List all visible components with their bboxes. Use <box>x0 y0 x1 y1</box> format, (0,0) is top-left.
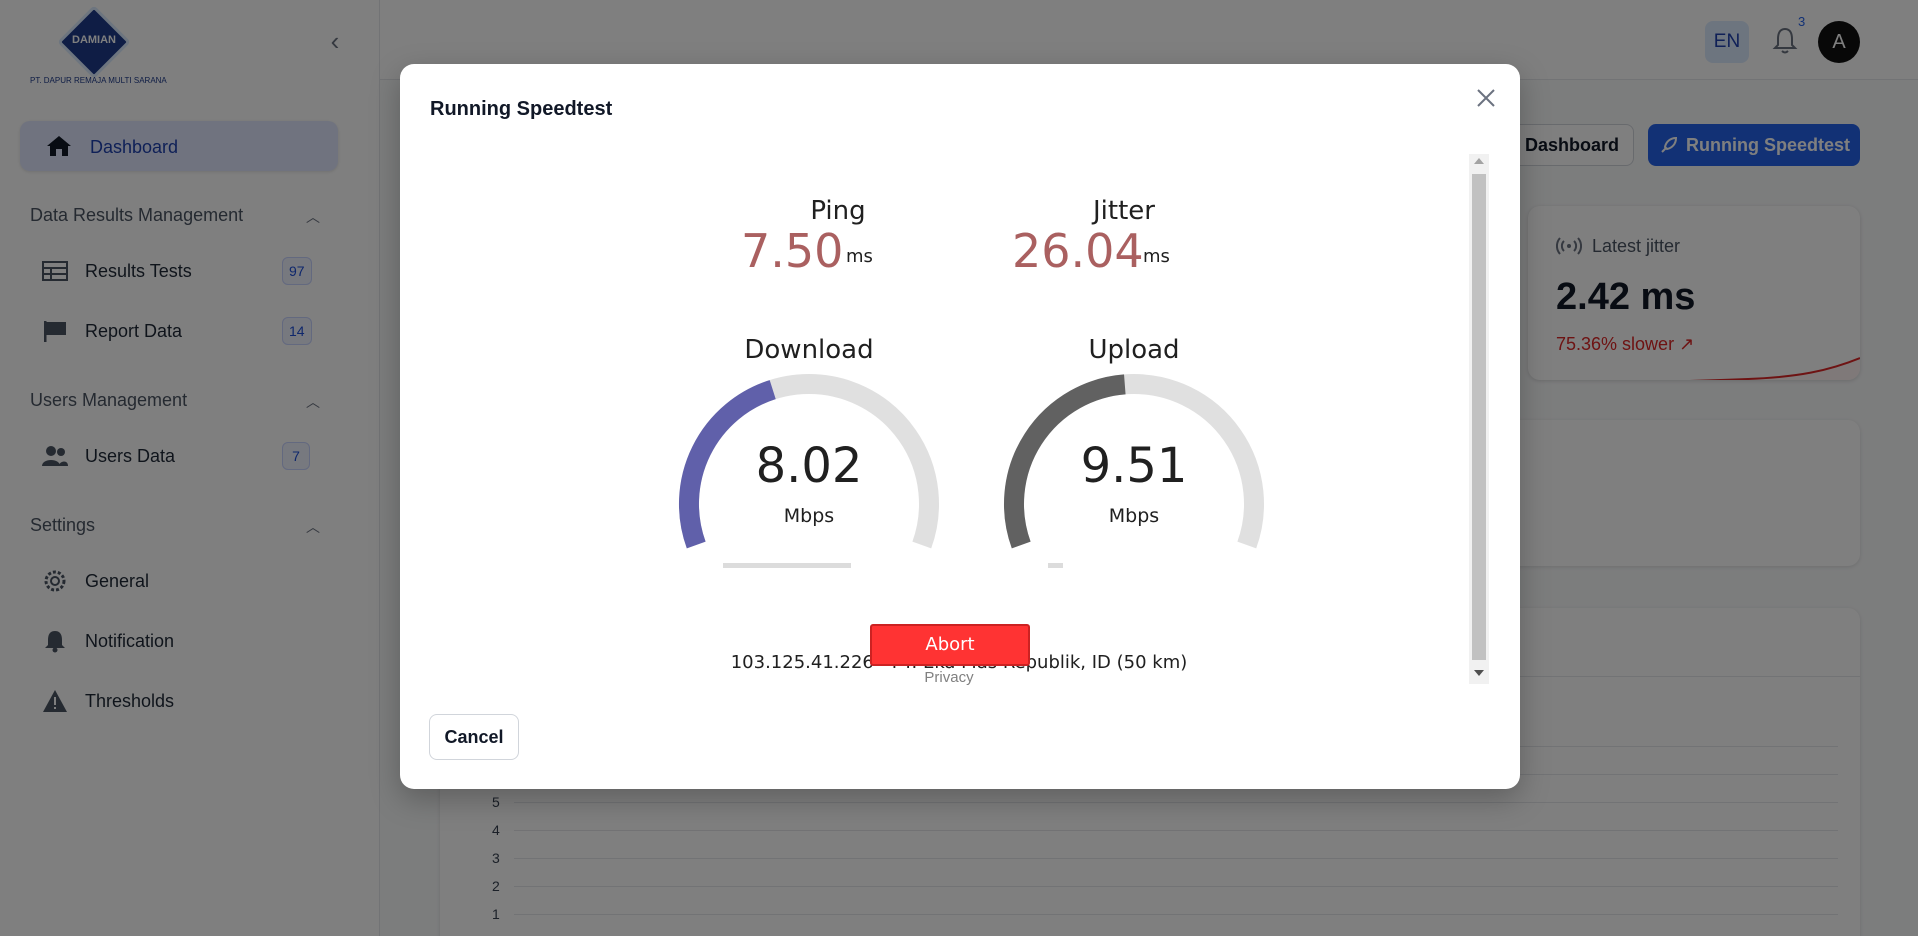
ping-unit: ms <box>846 246 873 267</box>
speedtest-frame: Ping 7.50 ms Jitter 26.04 ms Download 8.… <box>428 154 1490 684</box>
privacy-link[interactable]: Privacy <box>0 669 1898 686</box>
upload-label: Upload <box>1088 335 1180 365</box>
scroll-up-arrow-icon[interactable] <box>1474 158 1484 164</box>
download-value: 8.02 <box>755 438 863 494</box>
ping-label: Ping <box>810 196 866 226</box>
modal-title: Running Speedtest <box>430 98 613 120</box>
download-progress-bar <box>723 563 851 568</box>
abort-button[interactable]: Abort <box>870 624 1030 666</box>
upload-progress-bar <box>1048 563 1063 568</box>
jitter-value: 26.04 <box>1012 224 1144 278</box>
upload-unit: Mbps <box>1108 505 1160 527</box>
cancel-button[interactable]: Cancel <box>429 714 519 760</box>
jitter-unit: ms <box>1143 246 1170 267</box>
download-unit: Mbps <box>783 505 835 527</box>
scrollbar[interactable] <box>1469 154 1489 684</box>
download-label: Download <box>744 335 874 365</box>
upload-value: 9.51 <box>1080 438 1188 494</box>
scrollbar-thumb[interactable] <box>1472 174 1486 660</box>
ping-value: 7.50 <box>741 224 844 278</box>
jitter-label: Jitter <box>1093 196 1155 226</box>
close-icon[interactable] <box>1474 86 1498 110</box>
